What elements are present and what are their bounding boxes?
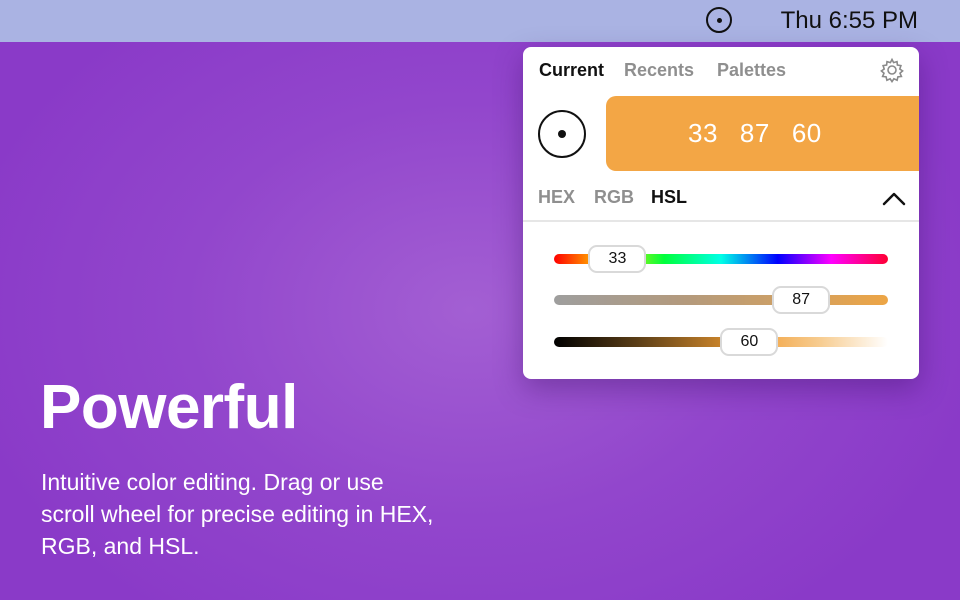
tab-palettes[interactable]: Palettes bbox=[717, 60, 786, 81]
swatch-value-saturation: 87 bbox=[739, 118, 770, 148]
mode-rgb[interactable]: RGB bbox=[594, 187, 634, 208]
swatch-value-hue: 33 bbox=[688, 118, 718, 148]
menu-bar: Thu 6:55 PM bbox=[0, 0, 960, 42]
hue-slider[interactable]: 33 bbox=[554, 245, 888, 273]
hue-slider-thumb[interactable]: 33 bbox=[588, 245, 647, 273]
saturation-slider-thumb[interactable]: 87 bbox=[772, 286, 831, 314]
picker-center-dot bbox=[558, 130, 566, 138]
color-picker-panel: Current Recents Palettes 33 87 60 HEX RG… bbox=[523, 47, 919, 379]
hero-title: Powerful bbox=[40, 373, 298, 442]
tab-recents[interactable]: Recents bbox=[624, 60, 694, 81]
lightness-slider-thumb[interactable]: 60 bbox=[720, 328, 779, 356]
saturation-slider[interactable]: 87 bbox=[554, 286, 888, 314]
lightness-slider[interactable]: 60 bbox=[554, 328, 888, 356]
tab-current[interactable]: Current bbox=[539, 60, 604, 81]
color-picker-menubar-icon[interactable] bbox=[706, 7, 732, 33]
hero-description: Intuitive color editing. Drag or use scr… bbox=[41, 469, 434, 559]
eyedropper-target-icon[interactable] bbox=[538, 110, 586, 158]
swatch-value-lightness: 60 bbox=[791, 118, 822, 148]
color-swatch[interactable]: 33 87 60 bbox=[606, 96, 919, 171]
menubar-clock[interactable]: Thu 6:55 PM bbox=[781, 7, 918, 35]
panel-divider bbox=[523, 220, 919, 222]
gear-icon[interactable] bbox=[879, 57, 905, 83]
chevron-up-icon[interactable] bbox=[881, 189, 907, 207]
mode-hsl[interactable]: HSL bbox=[651, 187, 687, 208]
mode-hex[interactable]: HEX bbox=[538, 187, 575, 208]
